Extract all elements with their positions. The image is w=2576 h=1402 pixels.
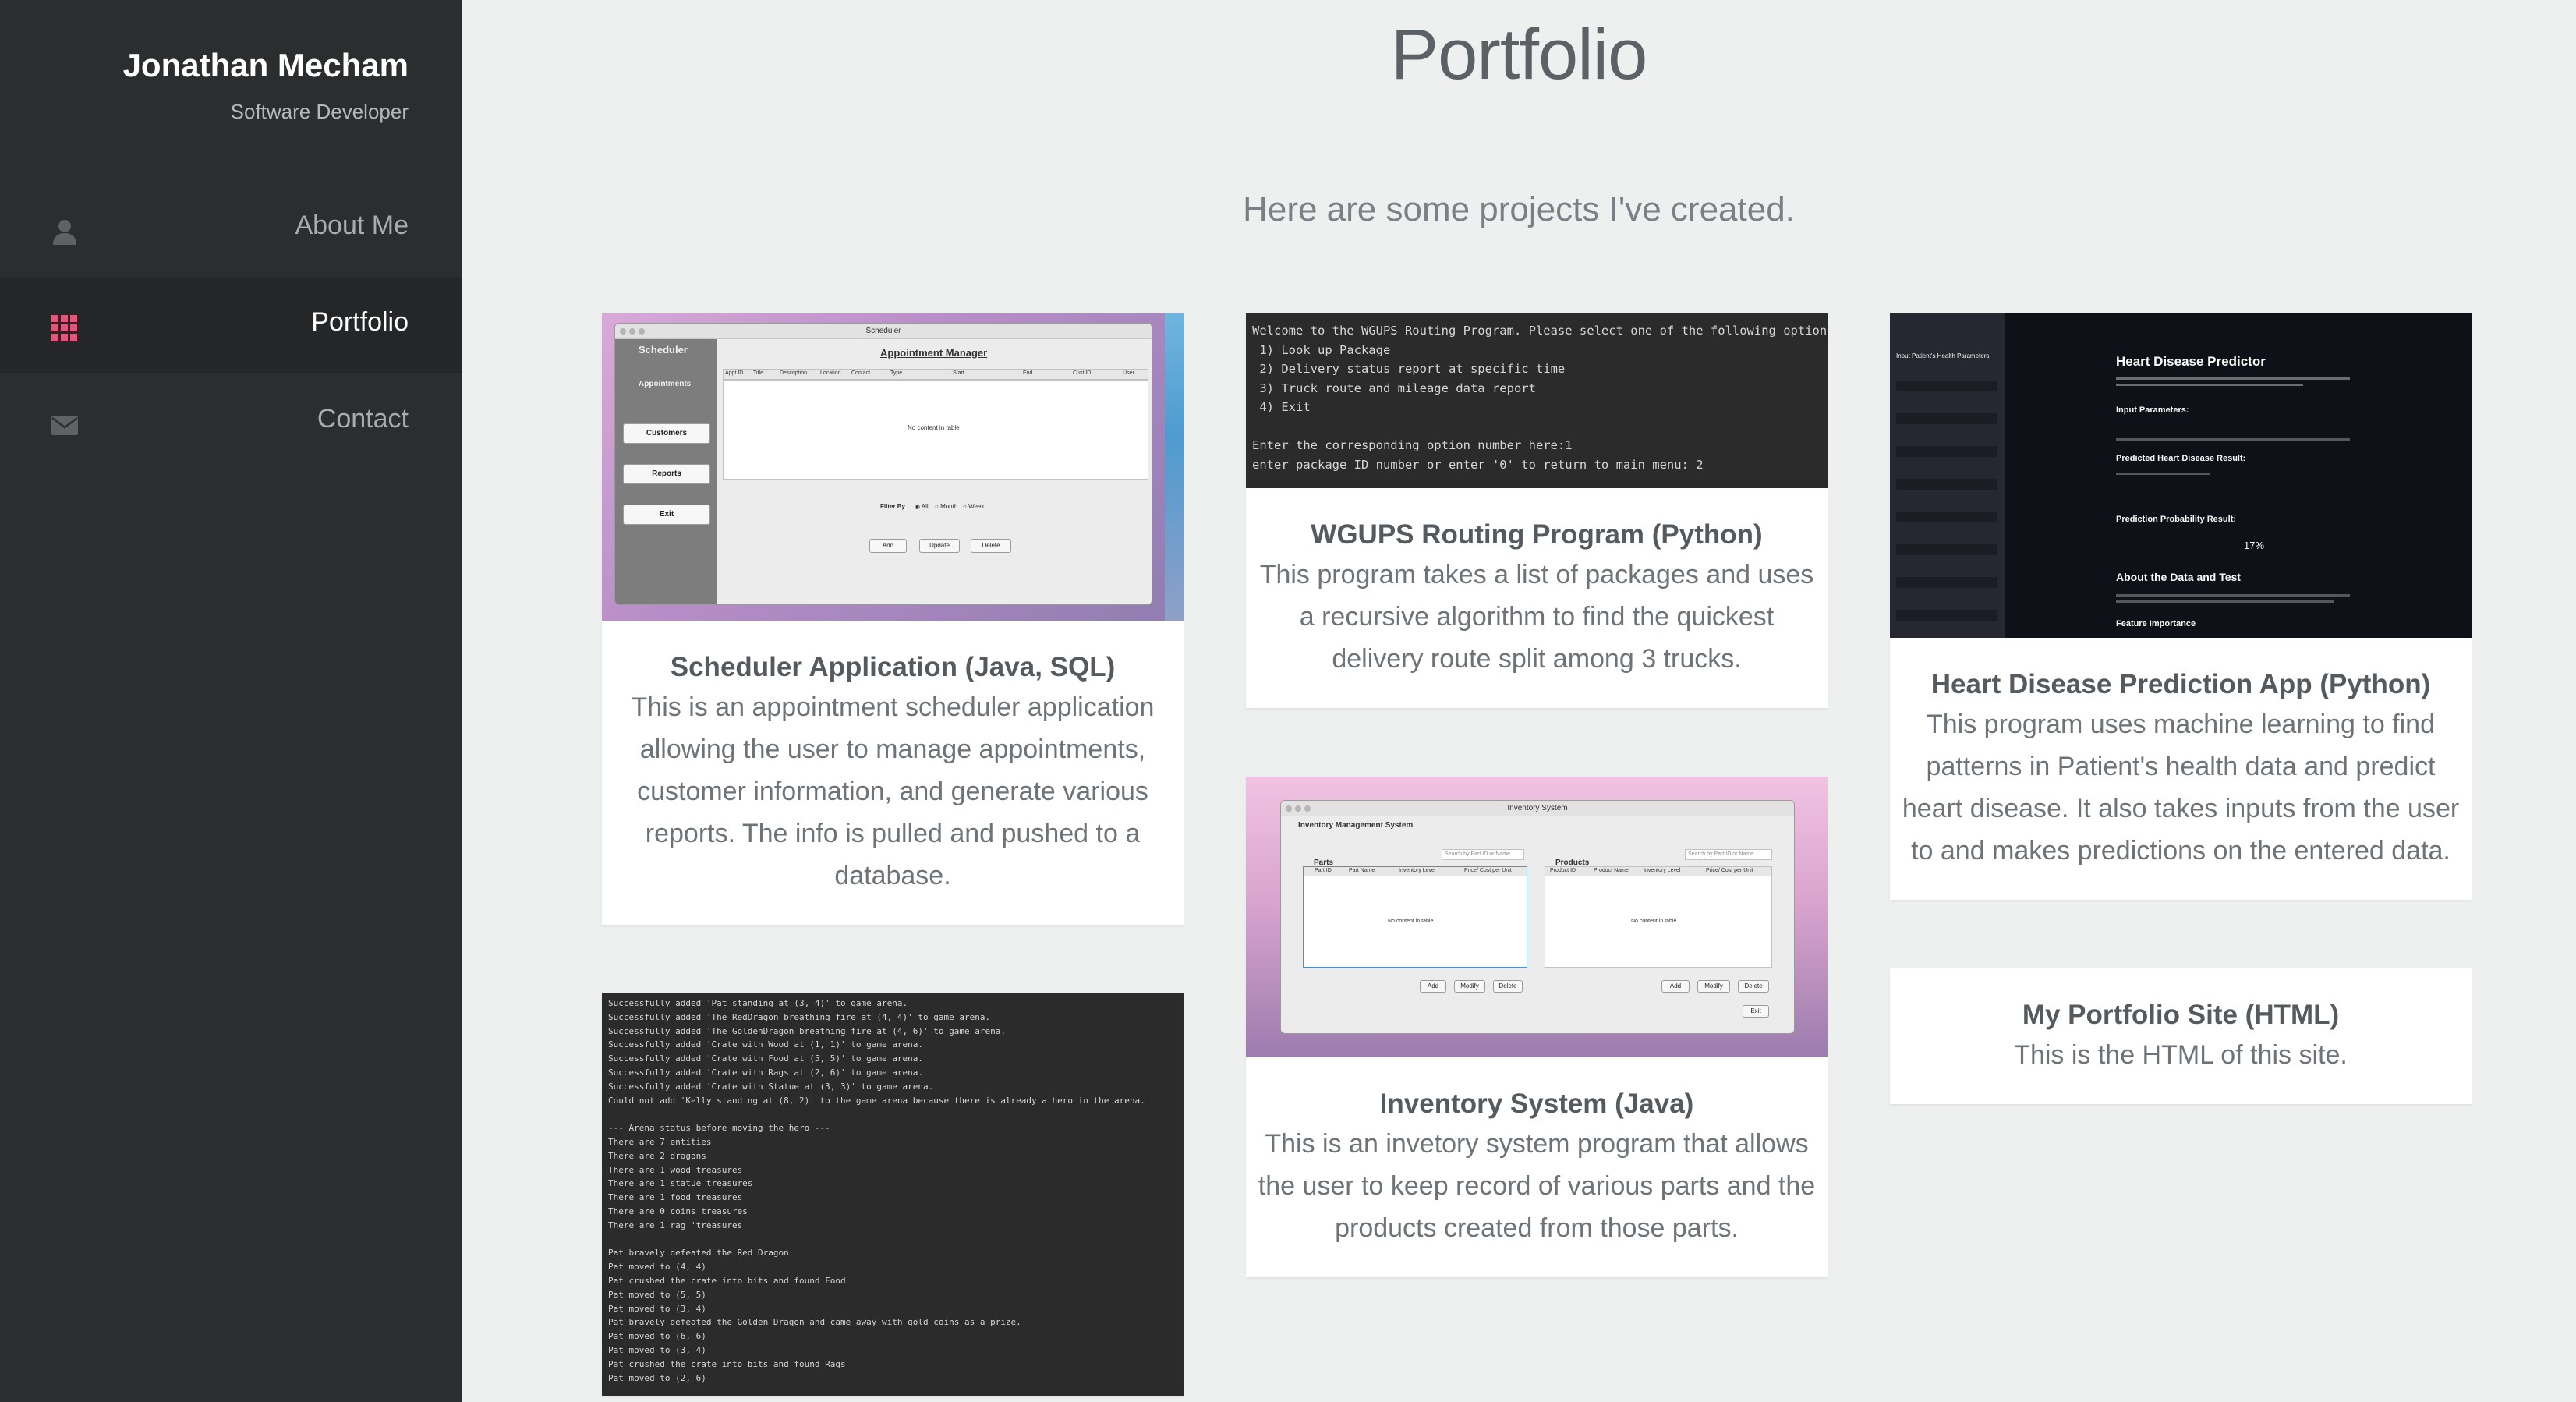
nav-item-portfolio[interactable]: Portfolio <box>0 278 462 373</box>
project-description: This program takes a list of packages an… <box>1259 560 1814 674</box>
project-card-portfolio-site[interactable]: My Portfolio Site (HTML) This is the HTM… <box>1890 968 2472 1104</box>
project-title: Heart Disease Prediction App (Python) <box>1930 669 2431 699</box>
project-description: This is an invetory system program that … <box>1258 1129 1816 1243</box>
grid-icon <box>51 315 77 341</box>
project-card-game[interactable]: Successfully added 'Pat standing at (3, … <box>602 993 1184 1396</box>
game-screenshot: Successfully added 'Pat standing at (3, … <box>602 993 1184 1396</box>
inventory-screenshot: Inventory System Inventory Management Sy… <box>1246 777 1828 1057</box>
nav-item-contact[interactable]: Contact <box>0 374 462 469</box>
project-card-heart[interactable]: Input Patient's Health Parameters: Heart… <box>1890 313 2472 900</box>
page-subtitle: Here are some projects I've created. <box>1243 190 1795 228</box>
project-title: My Portfolio Site (HTML) <box>2022 1000 2340 1030</box>
nav-label-portfolio: Portfolio <box>311 307 409 337</box>
project-title: WGUPS Routing Program (Python) <box>1311 519 1763 550</box>
project-description: This is the HTML of this site. <box>2014 1040 2348 1070</box>
project-card-wgups[interactable]: Welcome to the WGUPS Routing Program. Pl… <box>1246 313 1828 708</box>
project-title: Scheduler Application (Java, SQL) <box>670 652 1116 682</box>
envelope-icon <box>51 416 78 435</box>
scheduler-screenshot: Scheduler Scheduler Appointments Custome… <box>602 313 1184 621</box>
sidebar: Jonathan Mecham Software Developer About… <box>0 0 462 1402</box>
project-description: This is an appointment scheduler applica… <box>631 692 1155 890</box>
wgups-screenshot: Welcome to the WGUPS Routing Program. Pl… <box>1246 313 1828 488</box>
project-title: Inventory System (Java) <box>1379 1089 1694 1119</box>
project-description: This program uses machine learning to fi… <box>1902 710 2460 866</box>
nav-label-about-me: About Me <box>295 211 409 240</box>
page-title: Portfolio <box>1390 15 1648 94</box>
project-card-scheduler[interactable]: Scheduler Scheduler Appointments Custome… <box>602 313 1184 925</box>
nav-label-contact: Contact <box>317 404 409 434</box>
brand-name: Jonathan Mecham <box>122 47 409 83</box>
heart-screenshot: Input Patient's Health Parameters: Heart… <box>1890 313 2472 638</box>
nav-item-about-me[interactable]: About Me <box>0 181 462 276</box>
person-icon <box>53 220 76 245</box>
brand-role: Software Developer <box>230 100 409 123</box>
project-card-inventory[interactable]: Inventory System Inventory Management Sy… <box>1246 777 1828 1277</box>
